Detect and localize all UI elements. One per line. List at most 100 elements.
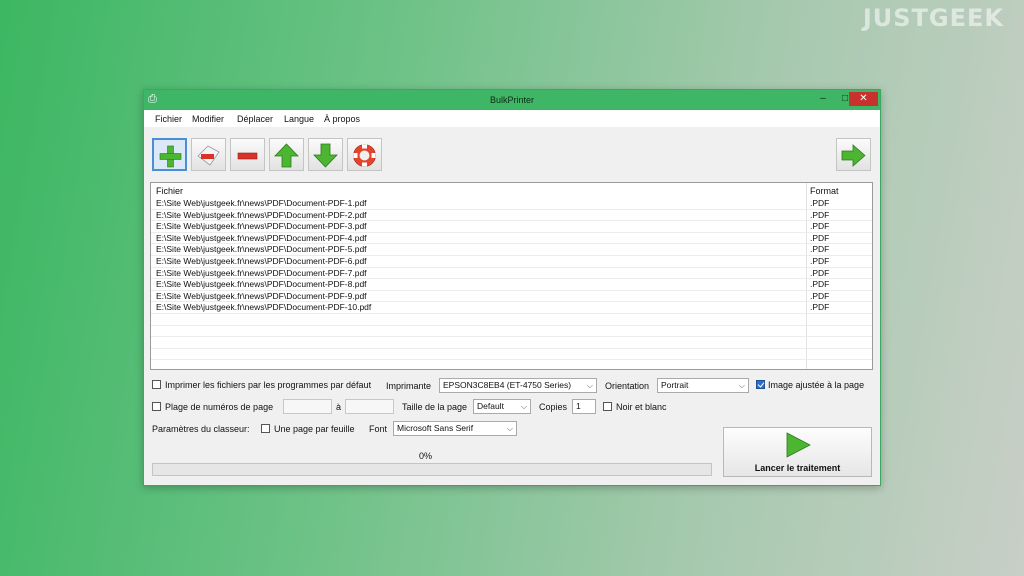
empty-row [151, 314, 872, 326]
range-separator: à [336, 402, 342, 412]
file-path: E:\Site Web\justgeek.fr\news\PDF\Documen… [156, 267, 367, 278]
menu-modifier[interactable]: Modifier [192, 114, 224, 124]
chevron-down-icon: ⌵ [506, 424, 513, 433]
orientation-select[interactable]: Portrait ⌵ [657, 378, 749, 393]
file-format: .PDF [810, 279, 830, 290]
play-icon [786, 432, 811, 458]
file-path: E:\Site Web\justgeek.fr\news\PDF\Documen… [156, 279, 367, 290]
range-from-input[interactable] [283, 399, 332, 414]
printer-label: Imprimante [386, 381, 432, 391]
help-button[interactable] [347, 138, 382, 171]
workbook-settings-label: Paramètres du classeur: [152, 424, 250, 434]
file-path: E:\Site Web\justgeek.fr\news\PDF\Documen… [156, 290, 367, 301]
file-row[interactable]: E:\Site Web\justgeek.fr\news\PDF\Documen… [151, 302, 872, 314]
add-icon [159, 145, 182, 168]
title-bar[interactable]: ⎙ BulkPrinter – □ ✕ [144, 90, 880, 110]
remove-selected-button[interactable] [191, 138, 226, 171]
empty-row [151, 337, 872, 349]
font-select-value: Microsoft Sans Serif [397, 423, 474, 433]
file-row[interactable]: E:\Site Web\justgeek.fr\news\PDF\Documen… [151, 256, 872, 268]
page-range-label: Plage de numéros de page [165, 402, 274, 412]
printer-select-value: EPSON3C8EB4 (ET-4750 Series) [443, 380, 572, 390]
printer-select[interactable]: EPSON3C8EB4 (ET-4750 Series) ⌵ [439, 378, 597, 393]
file-row[interactable]: E:\Site Web\justgeek.fr\news\PDF\Documen… [151, 244, 872, 256]
font-label: Font [369, 424, 388, 434]
help-icon [353, 144, 376, 167]
file-path: E:\Site Web\justgeek.fr\news\PDF\Documen… [156, 232, 367, 243]
column-header-fichier[interactable]: Fichier [156, 186, 183, 196]
black-white-label: Noir et blanc [616, 402, 667, 412]
file-row[interactable]: E:\Site Web\justgeek.fr\news\PDF\Documen… [151, 268, 872, 280]
print-default-programs-checkbox[interactable] [152, 380, 161, 389]
one-page-per-sheet-checkbox[interactable] [261, 424, 270, 433]
page-range-checkbox[interactable] [152, 402, 161, 411]
one-page-per-sheet-label: Une page par feuille [274, 424, 355, 434]
launch-processing-button[interactable]: Lancer le traitement [723, 427, 872, 477]
file-row[interactable]: E:\Site Web\justgeek.fr\news\PDF\Documen… [151, 291, 872, 303]
file-path: E:\Site Web\justgeek.fr\news\PDF\Documen… [156, 256, 367, 266]
copies-label: Copies [539, 402, 568, 412]
fit-image-checkbox[interactable] [756, 380, 765, 389]
fit-image-label: Image ajustée à la page [768, 380, 865, 390]
chevron-down-icon: ⌵ [586, 381, 593, 390]
menu-deplacer[interactable]: Déplacer [237, 114, 273, 124]
close-button[interactable]: ✕ [849, 92, 878, 106]
file-format: .PDF [810, 256, 830, 266]
orientation-select-value: Portrait [661, 380, 689, 390]
file-list[interactable]: Fichier Format E:\Site Web\justgeek.fr\n… [150, 182, 873, 370]
file-format: .PDF [810, 221, 830, 232]
file-path: E:\Site Web\justgeek.fr\news\PDF\Documen… [156, 244, 367, 255]
bulkprinter-window: ⎙ BulkPrinter – □ ✕ Fichier Modifier Dép… [143, 89, 881, 486]
page-size-select[interactable]: Default ⌵ [473, 399, 531, 414]
font-select[interactable]: Microsoft Sans Serif ⌵ [393, 421, 517, 436]
file-format: .PDF [810, 302, 830, 313]
remove-selected-icon [197, 145, 220, 166]
add-files-button[interactable] [152, 138, 187, 171]
file-path: E:\Site Web\justgeek.fr\news\PDF\Documen… [156, 302, 372, 313]
file-row[interactable]: E:\Site Web\justgeek.fr\news\PDF\Documen… [151, 279, 872, 291]
file-path: E:\Site Web\justgeek.fr\news\PDF\Documen… [156, 209, 367, 220]
next-button[interactable] [836, 138, 871, 171]
file-format: .PDF [810, 209, 830, 220]
file-row[interactable]: E:\Site Web\justgeek.fr\news\PDF\Documen… [151, 210, 872, 222]
range-to-input[interactable] [345, 399, 394, 414]
file-row[interactable]: E:\Site Web\justgeek.fr\news\PDF\Documen… [151, 198, 872, 210]
file-format: .PDF [810, 290, 830, 301]
progress-bar [152, 463, 712, 476]
copies-input[interactable]: 1 [572, 399, 596, 414]
file-format: .PDF [810, 244, 830, 255]
window-title: BulkPrinter [489, 95, 534, 105]
black-white-checkbox[interactable] [603, 402, 612, 411]
watermark-logo: JUSTGEEK [862, 4, 1004, 32]
move-down-button[interactable] [308, 138, 343, 171]
move-down-icon [313, 143, 338, 168]
menu-fichier[interactable]: Fichier [155, 114, 182, 124]
menu-langue[interactable]: Langue [284, 114, 314, 124]
file-format: .PDF [810, 232, 830, 243]
empty-row [151, 326, 872, 338]
file-format: .PDF [810, 267, 830, 278]
move-up-button[interactable] [269, 138, 304, 171]
file-row[interactable]: E:\Site Web\justgeek.fr\news\PDF\Documen… [151, 233, 872, 245]
chevron-down-icon: ⌵ [738, 381, 745, 390]
page-size-label: Taille de la page [402, 402, 468, 412]
next-arrow-icon [841, 144, 866, 167]
remove-icon [237, 152, 258, 160]
file-format: .PDF [810, 198, 830, 208]
file-path: E:\Site Web\justgeek.fr\news\PDF\Documen… [156, 221, 367, 232]
chevron-down-icon: ⌵ [520, 402, 527, 411]
file-row[interactable]: E:\Site Web\justgeek.fr\news\PDF\Documen… [151, 221, 872, 233]
remove-button[interactable] [230, 138, 265, 171]
menu-a-propos[interactable]: À propos [324, 114, 360, 124]
print-default-programs-label: Imprimer les fichiers par les programmes… [165, 380, 372, 390]
progress-percent: 0% [419, 451, 433, 461]
column-header-format[interactable]: Format [810, 186, 839, 196]
move-up-icon [274, 143, 299, 168]
launch-processing-label: Lancer le traitement [754, 463, 841, 473]
page-size-select-value: Default [477, 401, 504, 411]
minimize-button[interactable]: – [812, 92, 834, 106]
empty-row [151, 349, 872, 361]
menu-bar: Fichier Modifier Déplacer Langue À propo… [144, 110, 880, 127]
file-path: E:\Site Web\justgeek.fr\news\PDF\Documen… [156, 198, 367, 208]
orientation-label: Orientation [605, 381, 650, 391]
